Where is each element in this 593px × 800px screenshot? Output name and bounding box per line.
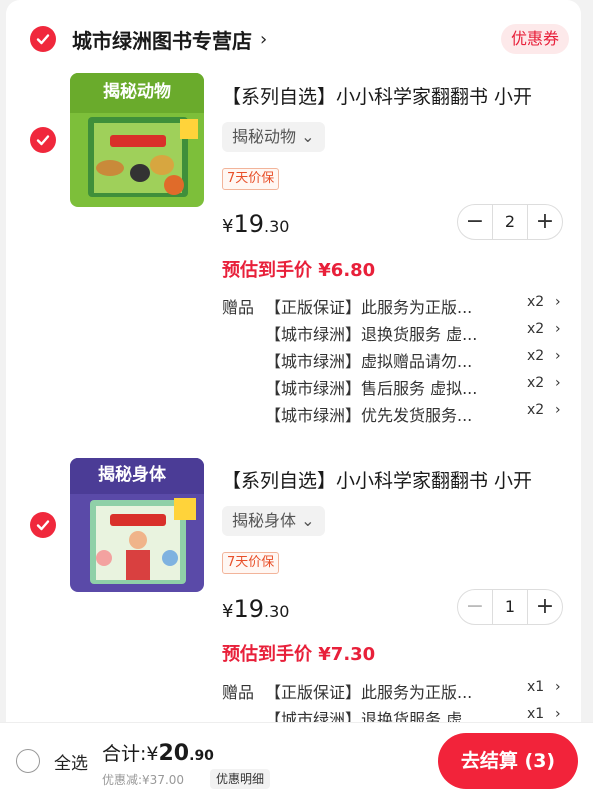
store-card: 城市绿洲图书专营店 › 优惠券 揭秘动物 【系列自选】小小科学家翻翻书 小开 揭… [6, 0, 581, 800]
product-title[interactable]: 【系列自选】小小科学家翻翻书 小开 [222, 82, 567, 109]
product-title[interactable]: 【系列自选】小小科学家翻翻书 小开 [222, 466, 567, 493]
increase-button[interactable]: + [528, 205, 562, 239]
store-header[interactable]: 城市绿洲图书专营店 › [30, 22, 267, 56]
item-select-checkbox[interactable] [30, 127, 56, 153]
item-select-checkbox[interactable] [30, 512, 56, 538]
increase-button[interactable]: + [528, 590, 562, 624]
spec-selector[interactable]: 揭秘身体 ⌄ [222, 506, 325, 536]
store-select-checkbox[interactable] [30, 26, 56, 52]
discount-amount: 优惠减:¥37.00 [102, 773, 185, 787]
chevron-right-icon: › [555, 294, 561, 310]
quantity-stepper: − 1 + [457, 589, 563, 625]
select-all-checkbox[interactable] [16, 749, 40, 773]
unit-price: ¥19.30 [222, 595, 290, 623]
unit-price: ¥19.30 [222, 210, 290, 238]
thumb-title: 揭秘身体 [98, 464, 167, 485]
product-image[interactable]: 揭秘身体 [70, 458, 204, 592]
check-icon [36, 34, 50, 45]
decrease-button[interactable]: − [458, 205, 492, 239]
gift-row[interactable]: 【城市绿洲】退换货服务 虚... x2 › [265, 321, 565, 345]
chevron-right-icon: › [555, 402, 561, 418]
chevron-right-icon: › [555, 375, 561, 391]
thumb-title: 揭秘动物 [103, 81, 171, 102]
spec-selector[interactable]: 揭秘动物 ⌄ [222, 122, 325, 152]
select-all-label[interactable]: 全选 [54, 749, 88, 774]
gift-row[interactable]: 【正版保证】此服务为正版... x2 › [265, 294, 565, 318]
coupon-button[interactable]: 优惠券 [500, 24, 569, 54]
check-icon [36, 520, 50, 531]
chevron-right-icon: › [555, 348, 561, 364]
total-price: 合计:¥20.90 [102, 741, 214, 766]
quantity-value[interactable]: 2 [492, 205, 528, 239]
quantity-value[interactable]: 1 [492, 590, 528, 624]
discount-detail-button[interactable]: 优惠明细 [210, 769, 271, 789]
gift-row[interactable]: 【城市绿洲】优先发货服务... x2 › [265, 402, 565, 426]
chevron-right-icon: › [555, 679, 561, 695]
gift-row[interactable]: 【城市绿洲】虚拟赠品请勿... x2 › [265, 348, 565, 372]
chevron-right-icon[interactable]: › [260, 29, 267, 50]
check-icon [36, 135, 50, 146]
chevron-right-icon: › [555, 321, 561, 337]
estimated-price: 预估到手价 ¥6.80 [222, 260, 376, 281]
estimated-price: 预估到手价 ¥7.30 [222, 644, 376, 665]
chevron-right-icon: › [555, 706, 561, 722]
decrease-button[interactable]: − [458, 590, 492, 624]
gift-row[interactable]: 【正版保证】此服务为正版... x1 › [265, 679, 565, 703]
store-name[interactable]: 城市绿洲图书专营店 [72, 25, 252, 54]
gift-label: 赠品 [222, 683, 255, 702]
price-protect-tag: 7天价保 [222, 552, 280, 574]
quantity-stepper: − 2 + [457, 204, 563, 240]
price-protect-tag: 7天价保 [222, 168, 280, 190]
product-image[interactable]: 揭秘动物 [70, 73, 204, 207]
checkout-button[interactable]: 去结算 (3) [438, 733, 578, 789]
gift-row[interactable]: 【城市绿洲】售后服务 虚拟... x2 › [265, 375, 565, 399]
gift-label: 赠品 [222, 298, 255, 317]
checkout-bar: 全选 合计:¥20.90 优惠减:¥37.00 优惠明细 去结算 (3) [0, 722, 593, 800]
